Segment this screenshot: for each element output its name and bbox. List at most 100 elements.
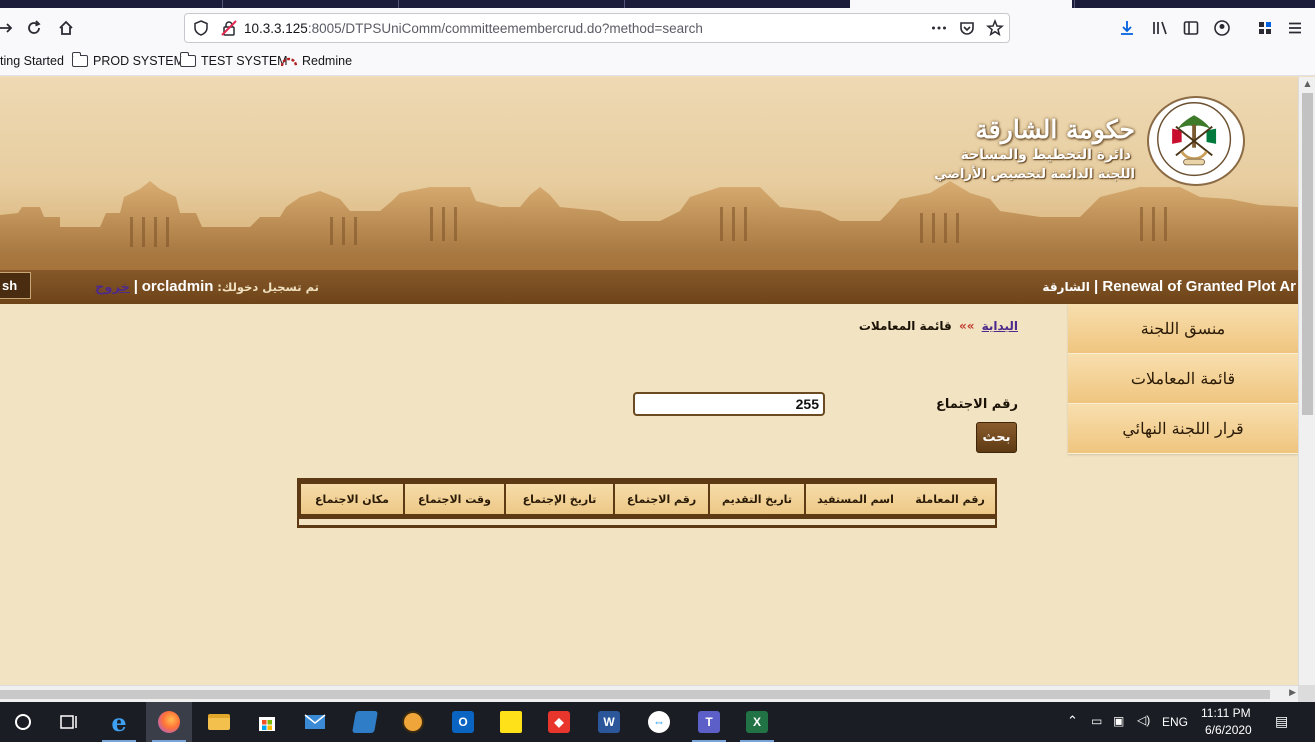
menu-item-transactions-list[interactable]: قائمة المعاملات bbox=[1068, 354, 1298, 404]
vertical-scrollbar[interactable]: ▲ bbox=[1298, 77, 1315, 685]
sharjah-emblem-logo bbox=[1147, 96, 1245, 186]
cortana-icon[interactable] bbox=[0, 702, 46, 742]
outlook-icon[interactable]: O bbox=[440, 702, 486, 742]
anydesk-icon[interactable]: ◆ bbox=[536, 702, 582, 742]
anydesk-glyph: ◆ bbox=[548, 711, 570, 733]
tab-separator bbox=[398, 0, 399, 8]
insecure-lock-icon[interactable] bbox=[217, 16, 241, 40]
volume-icon[interactable]: ◁) bbox=[1137, 713, 1150, 727]
forward-icon[interactable] bbox=[0, 16, 18, 40]
library-icon[interactable] bbox=[1148, 16, 1172, 40]
home-icon[interactable] bbox=[54, 16, 78, 40]
table-footer bbox=[299, 519, 995, 525]
meeting-number-input[interactable] bbox=[633, 392, 825, 416]
teamviewer-icon[interactable]: ⇔ bbox=[636, 702, 682, 742]
user-info-bar: sh تم تسجيل دخولك: orcladmin | خروج الشا… bbox=[0, 270, 1298, 304]
tab-separator bbox=[1074, 0, 1075, 8]
side-menu: منسق اللجنة قائمة المعاملات قرار اللجنة … bbox=[1068, 304, 1298, 454]
download-icon[interactable] bbox=[1115, 16, 1139, 40]
pocket-icon[interactable] bbox=[955, 16, 979, 40]
city-name: الشارقة bbox=[1042, 280, 1090, 294]
teams-icon[interactable]: T bbox=[686, 702, 732, 742]
task-view-icon[interactable] bbox=[46, 702, 92, 742]
language-switch-button[interactable]: sh bbox=[0, 272, 31, 299]
firefox-glyph bbox=[158, 711, 180, 733]
breadcrumb-home-link[interactable]: البداية bbox=[982, 319, 1018, 333]
show-hidden-icons-icon[interactable]: ⌃ bbox=[1067, 713, 1078, 729]
url-host: 10.3.3.125 bbox=[244, 21, 308, 36]
bookmark-test-system[interactable]: TEST SYSTEM bbox=[179, 52, 288, 68]
store-icon[interactable] bbox=[244, 702, 290, 742]
scrollbar-corner bbox=[1298, 685, 1315, 702]
excel-glyph: X bbox=[746, 711, 768, 733]
clock-time[interactable]: 11:11 PM bbox=[1201, 706, 1251, 720]
column-header: رقم الاجتماع bbox=[613, 484, 708, 514]
breadcrumb-current: قائمة المعاملات bbox=[858, 319, 952, 333]
horizontal-scrollbar[interactable]: ▶ bbox=[0, 685, 1298, 702]
web-page: حكومة الشارقة دائرة التخطيط والمساحة الل… bbox=[0, 77, 1298, 685]
edge-glyph: e bbox=[111, 707, 127, 737]
menu-item-committee-coordinator[interactable]: منسق اللجنة bbox=[1068, 304, 1298, 354]
scroll-right-icon[interactable]: ▶ bbox=[1289, 688, 1296, 698]
battery-icon[interactable]: ▭ bbox=[1091, 714, 1102, 728]
clock-date[interactable]: 6/6/2020 bbox=[1205, 723, 1252, 737]
bookmark-prod-system[interactable]: PROD SYSTEM bbox=[71, 52, 184, 68]
committee-name: اللجنة الدائمة لتخصيص الأراضي bbox=[934, 167, 1135, 182]
bookmark-label: Redmine bbox=[302, 54, 353, 68]
language-indicator[interactable]: ENG bbox=[1162, 715, 1188, 729]
bookmark-redmine[interactable]: Redmine bbox=[281, 54, 352, 68]
folder-glyph bbox=[208, 714, 230, 730]
architecture-skyline-image bbox=[0, 181, 1298, 270]
breadcrumb: البداية »» قائمة المعاملات bbox=[859, 319, 1018, 333]
app-icon-angry[interactable] bbox=[390, 702, 436, 742]
menu-icon[interactable] bbox=[1283, 16, 1307, 40]
active-tab[interactable] bbox=[850, 0, 1072, 8]
government-title: حكومة الشارقة دائرة التخطيط والمساحة الل… bbox=[880, 115, 1135, 185]
bookmark-star-icon[interactable] bbox=[983, 16, 1007, 40]
reload-icon[interactable] bbox=[22, 16, 46, 40]
tab-separator bbox=[222, 0, 223, 8]
bookmarks-toolbar: ting Started PROD SYSTEM TEST SYSTEM Red… bbox=[0, 48, 1315, 76]
tab-strip bbox=[0, 0, 1315, 8]
extensions-icon[interactable] bbox=[1253, 16, 1277, 40]
file-explorer-icon[interactable] bbox=[196, 702, 242, 742]
folder-icon bbox=[179, 52, 196, 67]
logout-link[interactable]: خروج bbox=[95, 280, 130, 295]
word-icon[interactable]: W bbox=[586, 702, 632, 742]
firefox-icon[interactable] bbox=[146, 702, 192, 742]
remote-desktop-icon[interactable] bbox=[342, 702, 388, 742]
info-icon[interactable] bbox=[189, 16, 213, 40]
department-name: دائرة التخطيط والمساحة bbox=[960, 147, 1131, 163]
bookmark-label: TEST SYSTEM bbox=[201, 54, 288, 68]
mail-icon[interactable] bbox=[292, 702, 338, 742]
page-actions-icon[interactable] bbox=[927, 16, 951, 40]
column-header: تاريخ الإجتماع bbox=[504, 484, 613, 514]
bookmark-getting-started[interactable]: ting Started bbox=[0, 54, 64, 68]
scroll-up-icon[interactable]: ▲ bbox=[1299, 77, 1315, 91]
url-bar[interactable]: 10.3.3.125:8005/DTPSUniComm/committeemem… bbox=[184, 13, 1010, 43]
app-name: Renewal of Granted Plot Ar bbox=[1102, 278, 1296, 295]
network-icon[interactable]: ▣ bbox=[1113, 714, 1124, 728]
header-banner: حكومة الشارقة دائرة التخطيط والمساحة الل… bbox=[0, 77, 1298, 270]
sidebar-toggle-icon[interactable] bbox=[1179, 16, 1203, 40]
bookmark-label: ting Started bbox=[0, 54, 64, 68]
account-icon[interactable] bbox=[1210, 16, 1234, 40]
table-header-row: رقم المعاملة اسم المستفيد تاريخ التقديم … bbox=[299, 484, 995, 514]
column-header: رقم المعاملة bbox=[905, 484, 995, 514]
scrollbar-thumb[interactable] bbox=[1302, 93, 1313, 415]
scrollbar-thumb[interactable] bbox=[0, 690, 1270, 699]
excel-icon[interactable]: X bbox=[734, 702, 780, 742]
column-header: تاريخ التقديم bbox=[708, 484, 804, 514]
bookmark-label: PROD SYSTEM bbox=[93, 54, 184, 68]
column-header: مكان الاجتماع bbox=[299, 484, 403, 514]
search-button[interactable]: بحث bbox=[976, 422, 1017, 453]
edge-icon[interactable]: e bbox=[96, 702, 142, 742]
separator: | bbox=[133, 278, 138, 295]
notifications-icon[interactable]: ▤ bbox=[1275, 713, 1288, 730]
sticky-notes-icon[interactable] bbox=[488, 702, 534, 742]
url-text[interactable]: 10.3.3.125:8005/DTPSUniComm/committeemem… bbox=[244, 21, 703, 36]
menu-item-final-decision[interactable]: قرار اللجنة النهائي bbox=[1068, 404, 1298, 454]
redmine-icon bbox=[281, 57, 297, 67]
meeting-number-label: رقم الاجتماع bbox=[935, 397, 1018, 412]
url-path: :8005/DTPSUniComm/committeemembercrud.do… bbox=[307, 21, 703, 36]
